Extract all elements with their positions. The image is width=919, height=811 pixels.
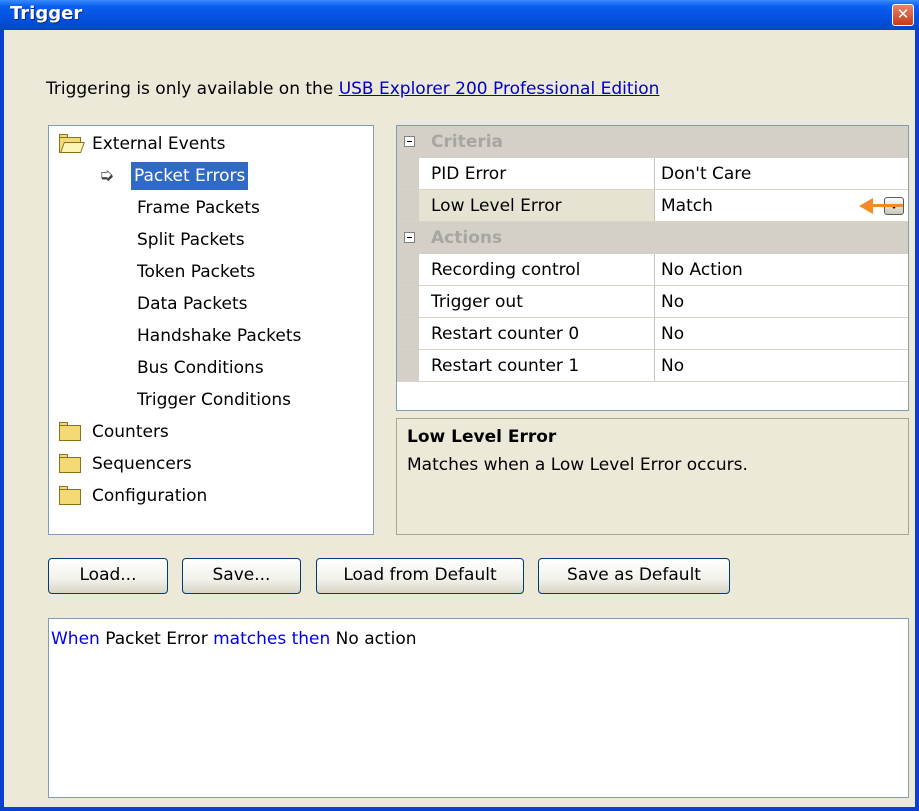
property-row-pid-error[interactable]: PID Error Don't Care: [397, 158, 908, 190]
property-grid[interactable]: Criteria PID Error Don't Care Low Level …: [396, 125, 909, 411]
tree-item-trigger-conditions[interactable]: Trigger Conditions: [134, 386, 294, 414]
property-value[interactable]: Don't Care: [655, 158, 908, 189]
property-value[interactable]: No: [655, 318, 908, 349]
property-row-restart-counter-1[interactable]: Restart counter 1 No: [397, 350, 908, 382]
window-title: Trigger: [10, 3, 83, 24]
property-row-recording-control[interactable]: Recording control No Action: [397, 254, 908, 286]
collapse-criteria-icon[interactable]: [404, 136, 415, 147]
property-value[interactable]: No: [655, 350, 908, 381]
property-name: Low Level Error: [419, 190, 655, 221]
save-button[interactable]: Save...: [182, 558, 301, 594]
property-row-trigger-out[interactable]: Trigger out No: [397, 286, 908, 318]
collapse-actions-icon[interactable]: [404, 232, 415, 243]
summary-keyword-matches-then: matches then: [213, 629, 331, 649]
tree-item-bus-conditions[interactable]: Bus Conditions: [134, 354, 267, 382]
trigger-dialog: Trigger ✕ Triggering is only available o…: [0, 0, 919, 811]
folder-icon: [57, 454, 83, 474]
load-from-default-button[interactable]: Load from Default: [316, 558, 524, 594]
property-value[interactable]: No Action: [655, 254, 908, 285]
trigger-summary: When Packet Error matches then No action: [48, 618, 909, 798]
description-title: Low Level Error: [407, 427, 557, 447]
tree-item-split-packets[interactable]: Split Packets: [134, 226, 248, 254]
folder-icon: [57, 422, 83, 442]
property-name: Restart counter 0: [419, 318, 655, 349]
summary-keyword-when: When: [51, 629, 100, 649]
description-text: Matches when a Low Level Error occurs.: [407, 455, 748, 475]
actions-section-title: Actions: [431, 228, 503, 248]
actions-section-header[interactable]: Actions: [397, 222, 908, 254]
row-gutter: [397, 190, 419, 221]
row-gutter: [397, 254, 419, 285]
summary-action: No action: [330, 629, 417, 649]
save-as-default-button[interactable]: Save as Default: [538, 558, 730, 594]
current-arrow-icon: ➭: [99, 165, 115, 186]
professional-edition-link[interactable]: USB Explorer 200 Professional Edition: [339, 79, 660, 99]
tree-item-counters[interactable]: Counters: [57, 418, 172, 446]
close-button[interactable]: ✕: [892, 4, 914, 26]
property-row-low-level-error[interactable]: Low Level Error Match: [397, 190, 908, 222]
criteria-section-title: Criteria: [431, 132, 504, 152]
tree-item-configuration[interactable]: Configuration: [57, 482, 210, 510]
row-gutter: [397, 350, 419, 381]
property-name: Restart counter 1: [419, 350, 655, 381]
dropdown-value: Match: [661, 196, 713, 216]
availability-notice: Triggering is only available on the USB …: [46, 79, 659, 99]
property-name: Trigger out: [419, 286, 655, 317]
property-row-restart-counter-0[interactable]: Restart counter 0 No: [397, 318, 908, 350]
orange-pointer-arrow-icon: [859, 195, 903, 215]
tree-item-frame-packets[interactable]: Frame Packets: [134, 194, 263, 222]
row-gutter: [397, 318, 419, 349]
criteria-section-header[interactable]: Criteria: [397, 126, 908, 158]
folder-icon: [57, 486, 83, 506]
tree-item-external-events[interactable]: External Events: [57, 130, 229, 158]
property-description-panel: Low Level Error Matches when a Low Level…: [396, 418, 909, 535]
tree-item-handshake-packets[interactable]: Handshake Packets: [134, 322, 304, 350]
availability-text: Triggering is only available on the: [46, 79, 339, 99]
open-folder-icon: [57, 134, 86, 154]
row-gutter: [397, 158, 419, 189]
property-value[interactable]: No: [655, 286, 908, 317]
tree-item-packet-errors[interactable]: ➭ Packet Errors: [99, 162, 249, 190]
load-button[interactable]: Load...: [48, 558, 168, 594]
property-name: Recording control: [419, 254, 655, 285]
tree-item-sequencers[interactable]: Sequencers: [57, 450, 195, 478]
tree-item-data-packets[interactable]: Data Packets: [134, 290, 250, 318]
title-bar[interactable]: Trigger ✕: [0, 0, 919, 30]
tree-item-token-packets[interactable]: Token Packets: [134, 258, 258, 286]
event-tree[interactable]: External Events ➭ Packet Errors Frame Pa…: [48, 125, 374, 535]
property-name: PID Error: [419, 158, 655, 189]
summary-subject: Packet Error: [99, 629, 214, 649]
row-gutter: [397, 286, 419, 317]
